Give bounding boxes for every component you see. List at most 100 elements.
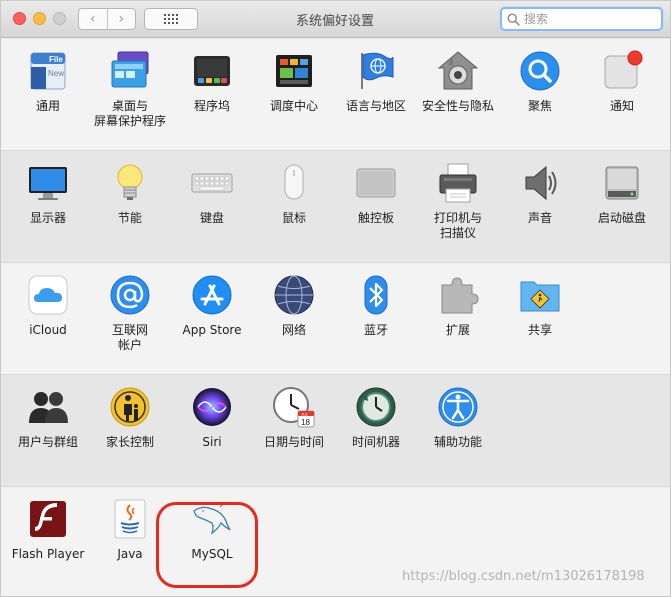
printer-icon	[436, 161, 480, 205]
pref-label: 节能	[117, 211, 142, 225]
pref-extensions[interactable]: 扩展	[417, 273, 499, 338]
lightbulb-icon	[108, 161, 152, 205]
search-input[interactable]	[524, 12, 654, 26]
pref-label: 用户与群组	[17, 435, 78, 449]
pref-dock[interactable]: 程序坞	[171, 49, 253, 114]
pref-label: 家长控制	[105, 435, 154, 449]
pref-label: 扩展	[445, 323, 470, 337]
time-machine-icon	[354, 385, 398, 429]
pref-label: 触控板	[357, 211, 394, 225]
pref-label: 声音	[527, 211, 552, 225]
keyboard-icon	[190, 161, 234, 205]
system-preferences-window: ‹ › 系统偏好设置 File	[0, 0, 671, 597]
minimize-window-button[interactable]	[33, 12, 46, 25]
pref-label: 通知	[609, 99, 634, 113]
spotlight-icon	[518, 49, 562, 93]
pref-flash-player[interactable]: Flash Player	[7, 497, 89, 562]
pref-printers-scanners[interactable]: 打印机与 扫描仪	[417, 161, 499, 241]
close-window-button[interactable]	[13, 12, 26, 25]
pref-keyboard[interactable]: 键盘	[171, 161, 253, 226]
bluetooth-icon	[354, 273, 398, 317]
general-icon: File New	[26, 49, 70, 93]
siri-icon	[190, 385, 234, 429]
parental-controls-icon	[108, 385, 152, 429]
section-internet-wireless: iCloud 互联网 帐户 App Store 网络 蓝牙 扩展 共享	[0, 263, 671, 375]
pref-label: Siri	[202, 435, 222, 449]
flash-player-icon	[26, 497, 70, 541]
pref-label: iCloud	[29, 323, 67, 337]
pref-label: 网络	[281, 323, 306, 337]
general-icon-file: File	[49, 55, 63, 64]
pref-displays[interactable]: 显示器	[7, 161, 89, 226]
desktop-screensaver-icon	[108, 49, 152, 93]
pref-mission-control[interactable]: 调度中心	[253, 49, 335, 114]
pref-label: Flash Player	[11, 547, 85, 561]
pref-accessibility[interactable]: 辅助功能	[417, 385, 499, 450]
mouse-icon	[272, 161, 316, 205]
pref-notifications[interactable]: 通知	[581, 49, 663, 114]
pref-label: 时间机器	[351, 435, 400, 449]
pref-label: 键盘	[199, 211, 224, 225]
pref-label: 调度中心	[269, 99, 318, 113]
pref-network[interactable]: 网络	[253, 273, 335, 338]
show-all-button[interactable]	[144, 8, 198, 30]
pref-icloud[interactable]: iCloud	[7, 273, 89, 338]
forward-button[interactable]: ›	[106, 9, 136, 29]
accessibility-icon	[436, 385, 480, 429]
back-button[interactable]: ‹	[79, 9, 107, 29]
calendar-day: 18	[301, 418, 310, 427]
language-region-icon	[354, 49, 398, 93]
calendar-month: JUL	[301, 412, 309, 417]
pref-date-time[interactable]: JUL 18 日期与时间	[253, 385, 335, 450]
pref-label: 共享	[527, 323, 552, 337]
pref-label: 桌面与 屏幕保护程序	[93, 99, 166, 128]
pref-label: 安全性与隐私	[421, 99, 494, 113]
pref-mouse[interactable]: 鼠标	[253, 161, 335, 226]
pref-label: 显示器	[29, 211, 66, 225]
pref-label: 蓝牙	[363, 323, 388, 337]
pref-label: 鼠标	[281, 211, 306, 225]
search-field[interactable]	[500, 7, 663, 31]
pref-desktop-screensaver[interactable]: 桌面与 屏幕保护程序	[89, 49, 171, 129]
pref-bluetooth[interactable]: 蓝牙	[335, 273, 417, 338]
search-icon	[507, 12, 520, 26]
pref-label: 聚焦	[527, 99, 552, 113]
pref-label: 程序坞	[193, 99, 230, 113]
pref-siri[interactable]: Siri	[171, 385, 253, 450]
pref-app-store[interactable]: App Store	[171, 273, 253, 338]
pref-trackpad[interactable]: 触控板	[335, 161, 417, 226]
pref-language-region[interactable]: 语言与地区	[335, 49, 417, 114]
puzzle-piece-icon	[436, 273, 480, 317]
pref-label: 打印机与 扫描仪	[433, 211, 482, 240]
pref-sound[interactable]: 声音	[499, 161, 581, 226]
pref-internet-accounts[interactable]: 互联网 帐户	[89, 273, 171, 353]
pref-users-groups[interactable]: 用户与群组	[7, 385, 89, 450]
window-title: 系统偏好设置	[295, 14, 374, 29]
title-bar: ‹ › 系统偏好设置	[0, 0, 671, 38]
pref-energy-saver[interactable]: 节能	[89, 161, 171, 226]
speaker-icon	[518, 161, 562, 205]
mysql-highlight-annotation	[156, 502, 258, 588]
section-hardware: 显示器 节能 键盘 鼠标 触控板 打印机与 扫描仪 声音 启动磁盘	[0, 151, 671, 263]
at-sign-icon	[108, 273, 152, 317]
pref-sharing[interactable]: 共享	[499, 273, 581, 338]
users-icon	[26, 385, 70, 429]
pref-time-machine[interactable]: 时间机器	[335, 385, 417, 450]
mission-control-icon	[272, 49, 316, 93]
icloud-icon	[26, 273, 70, 317]
pref-general[interactable]: File New 通用	[7, 49, 89, 114]
trackpad-icon	[354, 161, 398, 205]
display-icon	[26, 161, 70, 205]
java-icon	[108, 497, 152, 541]
pref-security-privacy[interactable]: 安全性与隐私	[417, 49, 499, 114]
pref-label: 辅助功能	[433, 435, 482, 449]
pref-spotlight[interactable]: 聚焦	[499, 49, 581, 114]
zoom-window-button[interactable]	[53, 12, 66, 25]
house-lock-icon	[436, 49, 480, 93]
pref-parental-controls[interactable]: 家长控制	[89, 385, 171, 450]
pref-label: 通用	[35, 99, 60, 113]
pref-startup-disk[interactable]: 启动磁盘	[581, 161, 663, 226]
pref-label: App Store	[182, 323, 242, 337]
app-store-icon	[190, 273, 234, 317]
pref-label: 日期与时间	[263, 435, 324, 449]
